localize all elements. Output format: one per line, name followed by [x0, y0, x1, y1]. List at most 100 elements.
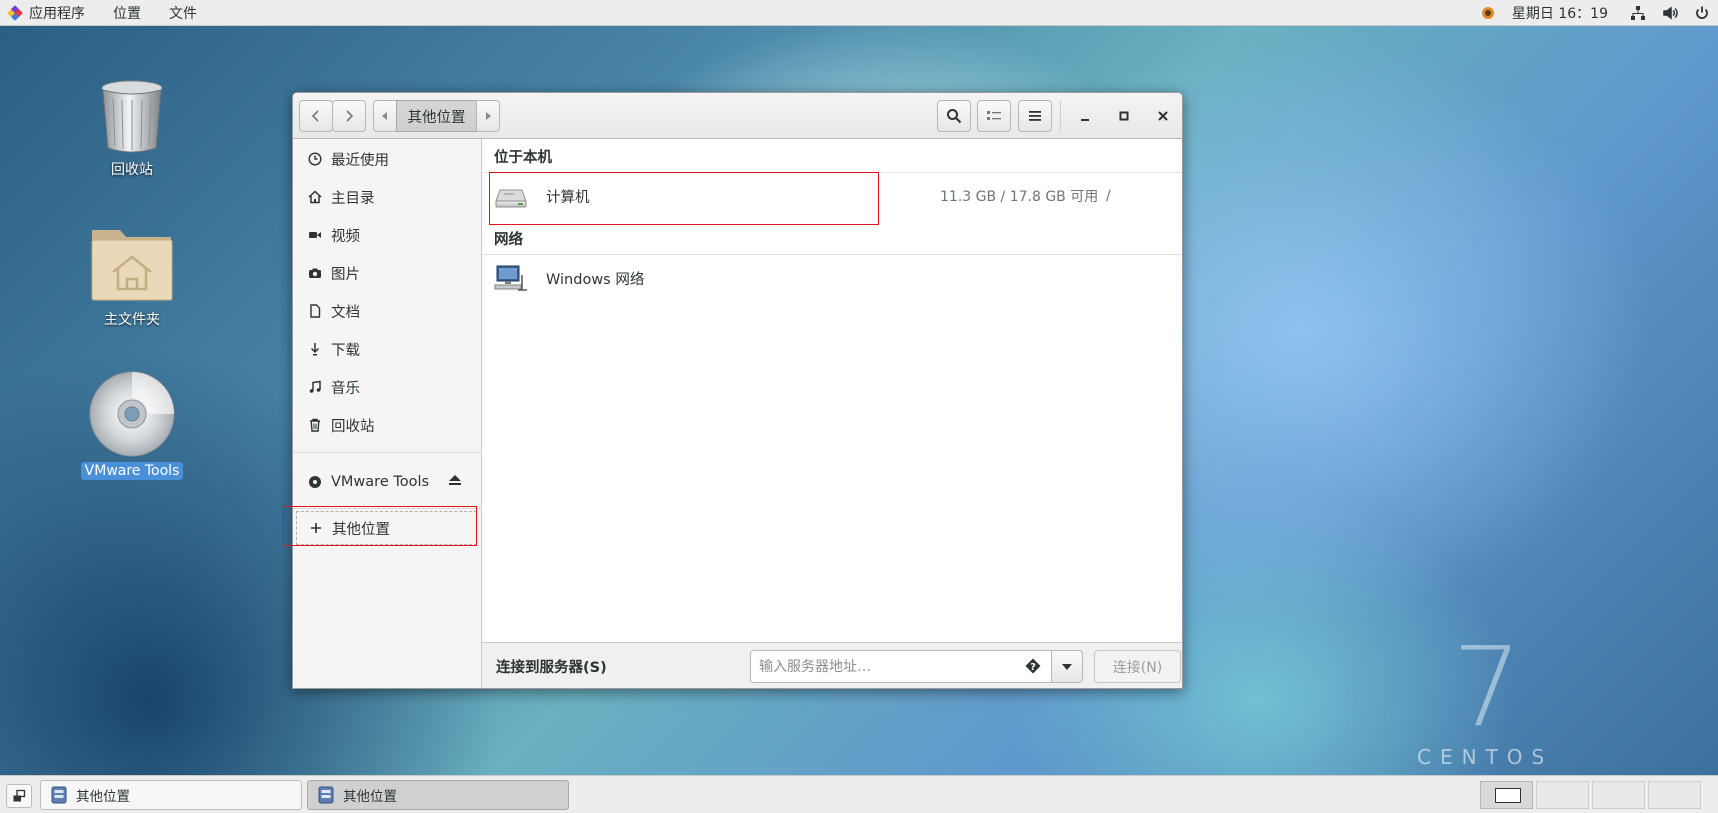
close-icon [1158, 111, 1168, 121]
desktop-vmware-tools[interactable]: VMware Tools [77, 370, 187, 480]
file-manager-icon [51, 786, 67, 804]
search-button[interactable] [937, 100, 971, 132]
vmware-tray-icon[interactable] [1480, 5, 1496, 21]
files-menu[interactable]: 文件 [155, 0, 211, 26]
desktop-trash-label: 回收站 [111, 162, 153, 178]
header-separator [1060, 100, 1061, 132]
chevron-down-icon [1062, 663, 1072, 670]
disc-icon [307, 474, 323, 490]
top-bar: 应用程序 位置 文件 星期日 16：19 [0, 0, 1718, 26]
search-icon [947, 109, 962, 124]
server-history-dropdown-button[interactable] [1051, 650, 1083, 683]
connect-button[interactable]: 连接(N) [1094, 650, 1181, 683]
applications-menu[interactable]: 应用程序 [0, 0, 99, 26]
sidebar-item-label: 主目录 [331, 190, 375, 207]
chevron-right-icon [346, 110, 354, 122]
power-icon[interactable] [1694, 5, 1710, 21]
workspace-3[interactable] [1592, 781, 1645, 809]
task-button-other-locations[interactable]: 其他位置 [40, 780, 302, 810]
menu-button[interactable] [1018, 100, 1052, 132]
eject-icon[interactable] [448, 474, 462, 490]
section-title-on-this-computer: 位于本机 [494, 150, 552, 166]
sidebar-item-label: 音乐 [331, 380, 360, 397]
maximize-icon [1119, 111, 1129, 121]
workspace-4[interactable] [1648, 781, 1701, 809]
home-icon [307, 189, 323, 205]
pathbar-current-label: 其他位置 [407, 109, 466, 126]
applications-logo-icon [7, 4, 23, 21]
network-computer-icon [494, 265, 527, 291]
disc-icon [89, 371, 175, 457]
pathbar-current-location[interactable]: 其他位置 [396, 100, 477, 132]
list-view-icon [987, 111, 1001, 120]
desktop-vmware-tools-label: VMware Tools [80, 462, 184, 480]
workspace-2[interactable] [1536, 781, 1589, 809]
sidebar-item-downloads[interactable]: 下载 [293, 331, 482, 367]
triangle-left-icon [382, 112, 387, 120]
minimize-icon [1081, 119, 1089, 121]
server-address-input[interactable] [750, 650, 1052, 683]
trash-icon [101, 80, 163, 153]
show-desktop-button[interactable] [6, 784, 32, 808]
forward-button[interactable] [332, 100, 366, 132]
download-icon [307, 341, 323, 357]
sidebar-item-vmware-tools[interactable]: VMware Tools [293, 464, 482, 500]
sidebar-item-label: 回收站 [331, 418, 375, 435]
other-locations-view: 位于本机 计算机 11.3 GB / 17.8 GB 可用 / 网络 Windo… [482, 139, 1182, 642]
sidebar-item-documents[interactable]: 文档 [293, 293, 482, 329]
sidebar-separator [293, 508, 482, 509]
taskbar: 其他位置 其他位置 [0, 775, 1718, 813]
desktop-trash[interactable]: 回收站 [77, 78, 187, 180]
location-row-computer[interactable]: 计算机 11.3 GB / 17.8 GB 可用 / [482, 173, 1182, 219]
plus-icon [308, 520, 324, 536]
maximize-button[interactable] [1107, 100, 1141, 132]
location-row-windows-network[interactable]: Windows 网络 [482, 255, 1182, 301]
desktop-home-folder-label: 主文件夹 [104, 312, 160, 328]
sidebar-item-label: 最近使用 [331, 152, 389, 169]
sidebar-item-videos[interactable]: 视频 [293, 217, 482, 253]
camera-icon [307, 265, 323, 281]
connect-to-server-bar: 连接到服务器(S) ? 连接(N) [482, 642, 1182, 688]
sidebar-item-recent[interactable]: 最近使用 [293, 141, 482, 177]
volume-icon[interactable] [1662, 5, 1678, 21]
view-list-button[interactable] [977, 100, 1011, 132]
centos-wordmark: CENTOS [1417, 745, 1554, 769]
clock[interactable]: 星期日 16：19 [1512, 3, 1608, 23]
file-manager-icon [318, 786, 334, 804]
pathbar-scroll-left-button[interactable] [373, 100, 397, 132]
close-button[interactable] [1146, 100, 1180, 132]
sidebar-separator [293, 452, 482, 453]
places-menu[interactable]: 位置 [99, 0, 155, 26]
sidebar-item-other-locations[interactable]: 其他位置 [296, 511, 477, 545]
sidebar-item-label: 其他位置 [332, 521, 390, 538]
video-icon [307, 227, 323, 243]
network-icon[interactable] [1630, 5, 1646, 21]
pathbar-scroll-right-button[interactable] [476, 100, 500, 132]
trash-icon [307, 417, 323, 433]
back-button[interactable] [299, 100, 333, 132]
sidebar-item-music[interactable]: 音乐 [293, 369, 482, 405]
sidebar-item-label: 下载 [331, 342, 360, 359]
applications-menu-label: 应用程序 [29, 5, 85, 22]
sidebar-item-label: 图片 [331, 266, 360, 283]
document-icon [307, 303, 323, 319]
workspace-window-thumbnail [1495, 788, 1521, 803]
window-list-icon [13, 789, 26, 802]
hamburger-menu-icon [1029, 111, 1041, 121]
minimize-button[interactable] [1068, 100, 1102, 132]
help-icon[interactable]: ? [1024, 657, 1042, 675]
sidebar-item-home[interactable]: 主目录 [293, 179, 482, 215]
sidebar-item-trash[interactable]: 回收站 [293, 407, 482, 443]
workspace-1[interactable] [1480, 781, 1533, 809]
home-folder-icon [91, 230, 173, 301]
hard-drive-icon [495, 189, 527, 208]
file-manager-window: 其他位置 最近使用 主目录 视频 图片 文档 下载 音乐 回收站 VMware … [292, 92, 1183, 689]
header-bar: 其他位置 [293, 93, 1182, 139]
places-menu-label: 位置 [113, 5, 141, 22]
chevron-left-icon [311, 110, 319, 122]
task-button-other-locations-active[interactable]: 其他位置 [307, 780, 569, 810]
sidebar-item-pictures[interactable]: 图片 [293, 255, 482, 291]
task-button-label: 其他位置 [343, 789, 397, 805]
files-menu-label: 文件 [169, 5, 197, 22]
desktop-home-folder[interactable]: 主文件夹 [77, 222, 187, 330]
